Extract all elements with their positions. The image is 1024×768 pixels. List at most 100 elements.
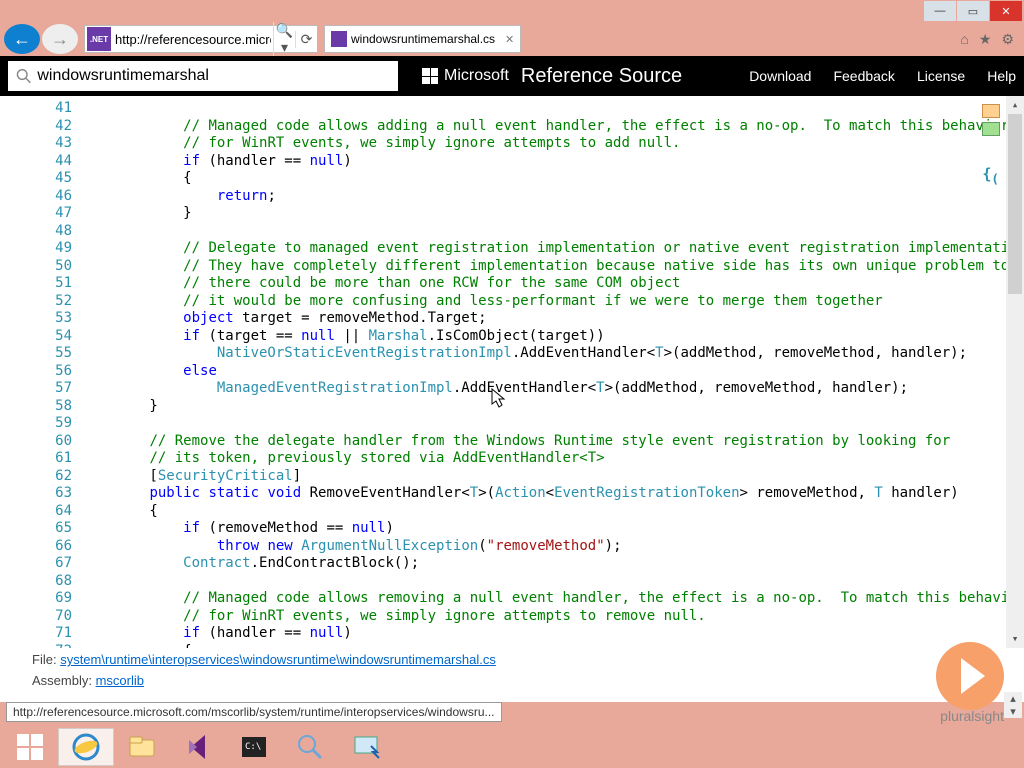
line-number[interactable]: 70 [0,608,72,626]
tab-close-button[interactable]: ✕ [505,33,514,46]
close-button[interactable]: ✕ [990,1,1022,21]
scroll-down-button[interactable]: ▾ [1006,630,1024,648]
code-line[interactable]: // there could be more than one RCW for … [82,275,1024,293]
line-number[interactable]: 54 [0,328,72,346]
code-line[interactable]: { [82,503,1024,521]
line-number[interactable]: 69 [0,590,72,608]
start-button[interactable] [2,728,58,766]
line-number[interactable]: 44 [0,153,72,171]
line-number[interactable]: 58 [0,398,72,416]
code-line[interactable]: public static void RemoveEventHandler<T>… [82,485,1024,503]
code-line[interactable]: if (removeMethod == null) [82,520,1024,538]
code-line[interactable]: { [82,643,1024,649]
symbol-link[interactable]: EventRegistrationToken [554,485,739,501]
code-line[interactable]: [SecurityCritical] [82,468,1024,486]
address-bar[interactable]: .NET 🔍▾ ⟳ [84,25,318,53]
scroll-thumb[interactable] [1008,114,1022,294]
taskbar-ie[interactable] [58,728,114,766]
play-button[interactable] [936,642,1004,710]
code-line[interactable]: // for WinRT events, we simply ignore at… [82,135,1024,153]
code-line[interactable]: // its token, previously stored via AddE… [82,450,1024,468]
code-line[interactable]: NativeOrStaticEventRegistrationImpl.AddE… [82,345,1024,363]
line-number[interactable]: 49 [0,240,72,258]
browser-tab[interactable]: windowsruntimemarshal.cs ✕ [324,25,521,53]
taskbar-monitor[interactable] [338,728,394,766]
back-button[interactable]: ← [4,24,40,54]
code-line[interactable]: return; [82,188,1024,206]
taskbar-vs[interactable] [170,728,226,766]
scroll-up-button[interactable]: ▴ [1006,96,1024,114]
code-line[interactable]: // it would be more confusing and less-p… [82,293,1024,311]
code-line[interactable]: // They have completely different implem… [82,258,1024,276]
code-line[interactable]: // Delegate to managed event registratio… [82,240,1024,258]
references-icon[interactable] [982,122,1000,136]
line-number[interactable]: 67 [0,555,72,573]
line-number[interactable]: 47 [0,205,72,223]
line-number[interactable]: 57 [0,380,72,398]
line-number[interactable]: 72 [0,643,72,649]
code-line[interactable] [82,223,1024,241]
code-line[interactable]: // Managed code allows removing a null e… [82,590,1024,608]
symbol-link[interactable]: ManagedEventRegistrationImpl [217,380,453,396]
search-dropdown-button[interactable]: 🔍▾ [273,22,295,56]
line-number[interactable]: 46 [0,188,72,206]
minimize-button[interactable]: — [924,1,956,21]
line-number[interactable]: 45 [0,170,72,188]
nav-download[interactable]: Download [749,68,811,84]
code-line[interactable]: ManagedEventRegistrationImpl.AddEventHan… [82,380,1024,398]
line-number[interactable]: 42 [0,118,72,136]
line-number[interactable]: 59 [0,415,72,433]
symbol-link[interactable]: SecurityCritical [158,468,293,484]
code-line[interactable]: // Remove the delegate handler from the … [82,433,1024,451]
line-number[interactable]: 53 [0,310,72,328]
line-number[interactable]: 56 [0,363,72,381]
code-line[interactable]: else [82,363,1024,381]
line-number[interactable]: 52 [0,293,72,311]
nav-help[interactable]: Help [987,68,1016,84]
line-number[interactable]: 51 [0,275,72,293]
code-line[interactable]: } [82,398,1024,416]
symbol-link[interactable]: NativeOrStaticEventRegistrationImpl [217,345,512,361]
file-link[interactable]: system\runtime\interopservices\windowsru… [60,652,496,667]
code-text[interactable]: // Managed code allows adding a null eve… [82,100,1024,648]
line-number[interactable]: 55 [0,345,72,363]
code-line[interactable]: { [82,170,1024,188]
info-scrollbar[interactable]: ▴▾ [1004,692,1022,718]
line-number[interactable]: 41 [0,100,72,118]
site-search-input[interactable] [31,67,390,85]
code-line[interactable]: if (target == null || Marshal.IsComObjec… [82,328,1024,346]
nav-feedback[interactable]: Feedback [833,68,894,84]
favorites-icon[interactable]: ★ [979,31,992,48]
code-line[interactable]: throw new ArgumentNullException("removeM… [82,538,1024,556]
vertical-scrollbar[interactable]: ▴ ▾ [1006,96,1024,648]
line-number[interactable]: 68 [0,573,72,591]
line-number[interactable]: 66 [0,538,72,556]
code-line[interactable] [82,573,1024,591]
code-line[interactable]: // for WinRT events, we simply ignore at… [82,608,1024,626]
line-number[interactable]: 43 [0,135,72,153]
code-line[interactable]: if (handler == null) [82,153,1024,171]
taskbar-explorer[interactable] [114,728,170,766]
code-line[interactable]: } [82,205,1024,223]
code-line[interactable] [82,415,1024,433]
assembly-link[interactable]: mscorlib [96,673,144,688]
line-number[interactable]: 63 [0,485,72,503]
line-number[interactable]: 50 [0,258,72,276]
forward-button[interactable]: → [42,24,78,54]
symbol-link[interactable]: Contract [183,555,250,571]
symbol-link[interactable]: ArgumentNullException [301,538,478,554]
code-line[interactable]: Contract.EndContractBlock(); [82,555,1024,573]
line-number[interactable]: 71 [0,625,72,643]
line-number[interactable]: 60 [0,433,72,451]
taskbar-cmd[interactable]: C:\ [226,728,282,766]
code-line[interactable]: // Managed code allows adding a null eve… [82,118,1024,136]
taskbar-magnifier[interactable] [282,728,338,766]
code-line[interactable]: if (handler == null) [82,625,1024,643]
home-icon[interactable]: ⌂ [960,31,968,48]
line-number[interactable]: 48 [0,223,72,241]
site-search[interactable] [8,61,398,91]
url-input[interactable] [113,32,273,47]
line-number[interactable]: 62 [0,468,72,486]
symbol-link[interactable]: Marshal [369,328,428,344]
nav-license[interactable]: License [917,68,965,84]
